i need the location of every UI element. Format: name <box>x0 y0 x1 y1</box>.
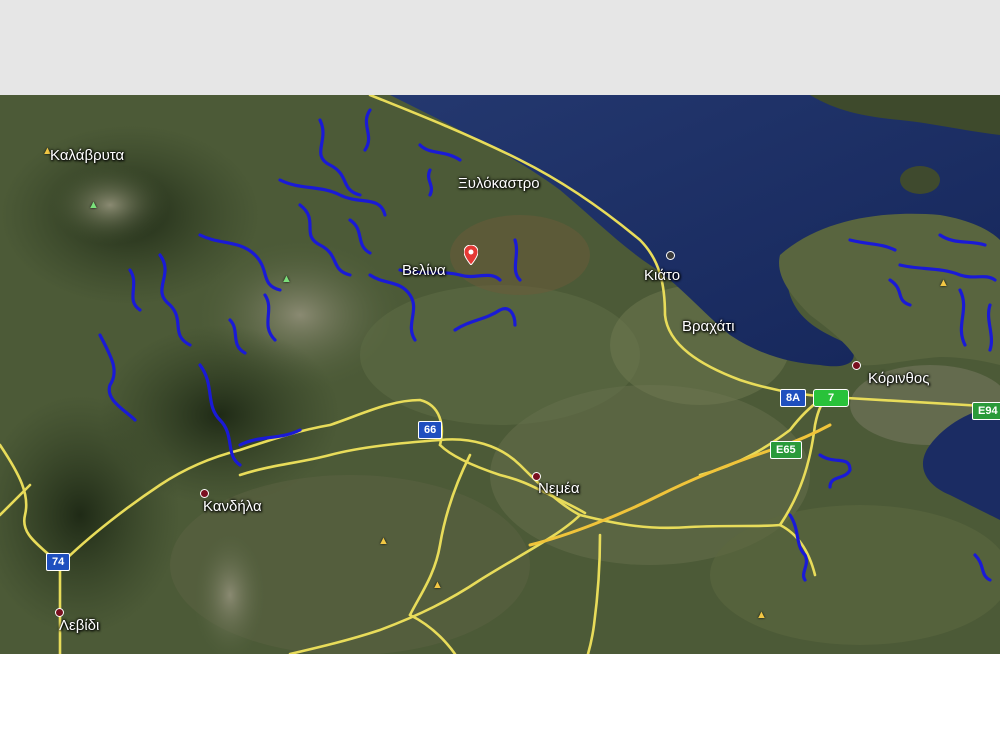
road-shield-e65: E65 <box>770 441 802 459</box>
peak-icon: ▲ <box>88 199 99 211</box>
landmark-icon: ▲ <box>378 535 389 547</box>
label-kalavryta[interactable]: Καλάβρυτα <box>50 148 124 163</box>
peak-icon: ▲ <box>281 273 292 285</box>
top-margin-band <box>0 0 1000 95</box>
road-shield-8a: 8A <box>780 389 807 407</box>
label-vrachati[interactable]: Βραχάτι <box>682 319 735 334</box>
road-shield-e94: E94 <box>972 402 1000 420</box>
levidi-marker[interactable] <box>55 608 64 617</box>
label-velina[interactable]: Βελίνα <box>402 263 446 278</box>
landmark-icon: ▲ <box>432 579 443 591</box>
label-korinthos[interactable]: Κόρινθος <box>868 371 929 386</box>
label-kiato[interactable]: Κιάτο <box>644 268 680 283</box>
road-shield-74: 74 <box>46 553 71 571</box>
landmark-icon: ▲ <box>938 277 949 289</box>
label-kandila[interactable]: Κανδήλα <box>203 499 262 514</box>
location-pin-icon[interactable] <box>464 245 478 265</box>
label-nemea[interactable]: Νεμέα <box>538 481 580 496</box>
kiato-marker[interactable] <box>666 251 675 260</box>
label-levidi[interactable]: Λεβίδι <box>59 618 99 633</box>
satellite-map[interactable]: ▲ ▲ ▲ ▲ ▲ ▲ ▲ Καλάβρυτα Ξυλόκαστρο Βελίν… <box>0 95 1000 654</box>
korinthos-marker[interactable] <box>852 361 861 370</box>
bottom-margin-band <box>0 654 1000 750</box>
kandila-marker[interactable] <box>200 489 209 498</box>
label-xylokastro[interactable]: Ξυλόκαστρο <box>458 176 540 191</box>
landmark-icon: ▲ <box>756 609 767 621</box>
road-shield-66: 66 <box>418 421 443 439</box>
road-shield-7: 7 <box>813 389 850 407</box>
